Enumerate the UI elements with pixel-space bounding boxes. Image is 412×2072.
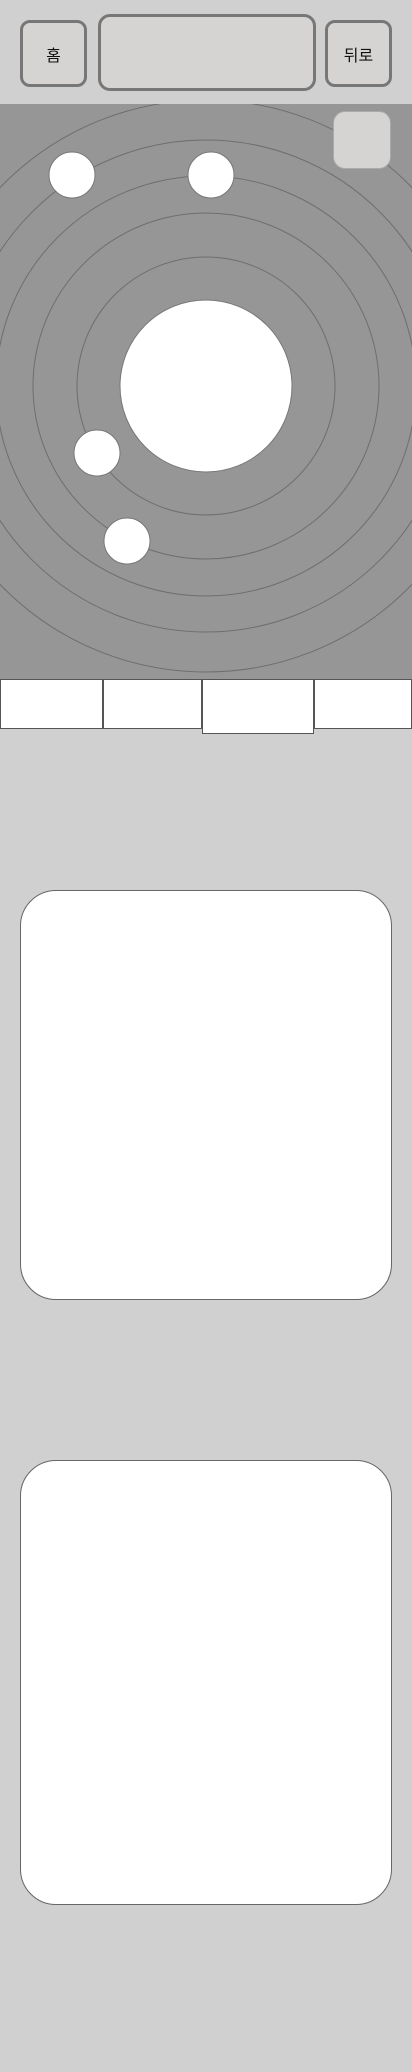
tab-3-selected[interactable] — [202, 679, 314, 734]
tab-2[interactable] — [103, 679, 202, 729]
tab-1[interactable] — [0, 679, 103, 729]
home-button[interactable]: 홈 — [20, 20, 87, 87]
planet-3[interactable] — [73, 429, 121, 477]
orbit-diagram — [0, 104, 412, 673]
sun[interactable] — [119, 299, 293, 473]
tab-bar — [0, 679, 412, 734]
corner-button[interactable] — [333, 111, 391, 169]
content-card-1[interactable] — [20, 890, 392, 1300]
back-button-label: 뒤로 — [343, 45, 374, 65]
title-field[interactable] — [98, 14, 316, 91]
tab-4[interactable] — [314, 679, 412, 729]
back-button[interactable]: 뒤로 — [325, 20, 392, 87]
planet-2[interactable] — [187, 151, 235, 199]
orbit-stage[interactable] — [0, 104, 412, 679]
content-card-2[interactable] — [20, 1460, 392, 1905]
home-button-label: 홈 — [46, 45, 61, 65]
planet-4[interactable] — [103, 517, 151, 565]
planet-1[interactable] — [48, 151, 96, 199]
